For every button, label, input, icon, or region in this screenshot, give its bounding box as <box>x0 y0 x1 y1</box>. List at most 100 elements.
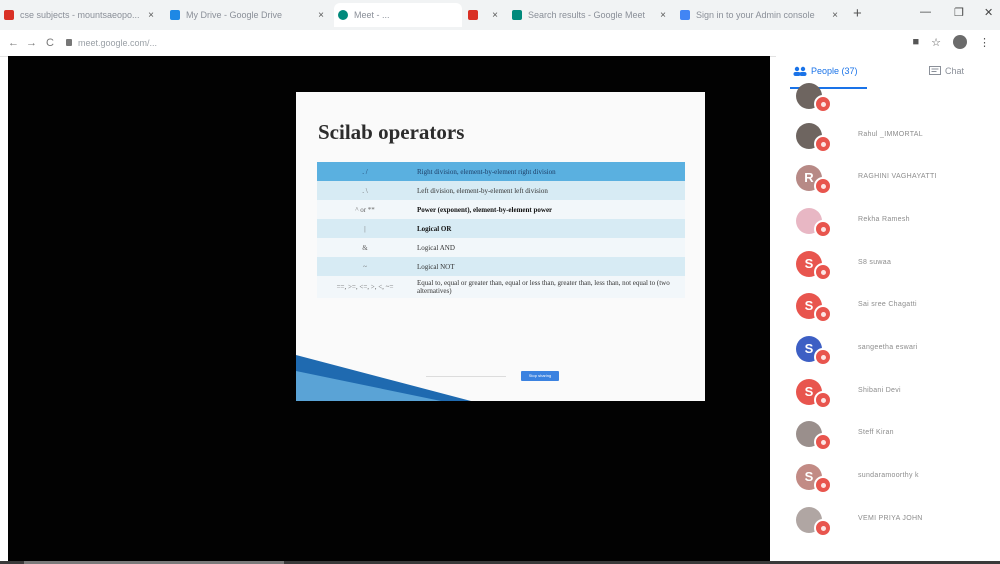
tab-label: Search results - Google Meet <box>528 10 646 20</box>
participant-row[interactable]: S Shibani Devi <box>776 374 1000 410</box>
new-tab-button[interactable]: + <box>853 5 862 22</box>
operator-row: ==, >=, <=, >, <, ~= Equal to, equal or g… <box>317 276 685 298</box>
tab-favicon-icon <box>512 10 522 20</box>
close-window-button[interactable]: ✕ <box>984 6 993 19</box>
participant-name: Steff Kiran <box>858 429 894 436</box>
operator-row: | Logical OR <box>317 219 685 238</box>
operator-description: Logical AND <box>413 238 685 257</box>
toolbar-icons: ■ ☆ ⋮ <box>912 35 990 49</box>
tab-favicon-icon <box>4 10 14 20</box>
participant-name: RAGHINI VAGHAYATTI <box>858 173 937 180</box>
participant-name: sangeetha eswari <box>858 344 918 351</box>
participant-name: sundaramoorthy k <box>858 472 919 479</box>
participant-name: Rekha Ramesh <box>858 216 910 223</box>
people-icon <box>793 66 807 76</box>
camera-icon[interactable]: ■ <box>912 36 919 48</box>
tab-favicon-icon <box>468 10 478 20</box>
participant-row[interactable]: Rahul _IMMORTAL <box>776 118 1000 154</box>
operator-description: Equal to, equal or greater than, equal o… <box>413 276 685 298</box>
tab-label: cse subjects - mountsaeopo... <box>20 10 140 20</box>
forward-button[interactable]: → <box>26 37 37 49</box>
operator-row: ^ or ** Power (exponent), element-by-elem… <box>317 200 685 219</box>
tab-chat[interactable]: Chat <box>929 66 964 76</box>
tab-chat-label: Chat <box>945 66 965 76</box>
participant-name: Sai sree Chagatti <box>858 301 917 308</box>
chat-icon <box>929 66 941 75</box>
minimize-button[interactable]: — <box>920 6 931 18</box>
tab-close-icon[interactable]: × <box>654 10 672 21</box>
operator-symbol: . / <box>317 162 413 181</box>
profile-avatar[interactable] <box>953 35 967 49</box>
participant-row[interactable]: S Sai sree Chagatti <box>776 288 1000 324</box>
operator-description: Logical NOT <box>413 257 685 276</box>
participant-row[interactable]: VEMI PRIYA JOHN <box>776 502 1000 538</box>
tab-favicon-icon <box>338 10 348 20</box>
operator-symbol: & <box>317 238 413 257</box>
participant-name: Shibani Devi <box>858 387 901 394</box>
tab-label: Sign in to your Admin console <box>696 10 815 20</box>
operator-symbol: ^ or ** <box>317 200 413 219</box>
participant-name: S8 suwaa <box>858 259 892 266</box>
operator-symbol: ==, >=, <=, >, <, ~= <box>317 276 413 298</box>
url-field[interactable]: meet.google.com/... <box>78 38 157 48</box>
operator-description: Power (exponent), element-by-element pow… <box>413 200 685 219</box>
slide-divider <box>426 376 506 377</box>
slide-decoration <box>296 371 441 401</box>
operators-table: . / Right division, element-by-element ri… <box>317 162 685 298</box>
tab-close-icon[interactable]: × <box>142 10 160 21</box>
mic-muted-icon <box>814 476 832 494</box>
slide-title: Scilab operators <box>318 120 465 144</box>
mic-muted-icon <box>814 135 832 153</box>
people-panel: People (37) Chat Rahul _IMMORTAL R RAGHINI… <box>776 56 1000 564</box>
browser-tab[interactable]: Search results - Google Meet × <box>508 3 672 27</box>
mic-muted-icon <box>814 433 832 451</box>
browser-tab[interactable]: cse subjects - mountsaeopo... × <box>0 3 160 27</box>
participant-row[interactable]: Steff Kiran <box>776 416 1000 452</box>
operator-row: & Logical AND <box>317 238 685 257</box>
operator-symbol: . \ <box>317 181 413 200</box>
participant-row[interactable] <box>776 78 1000 114</box>
browser-tab-strip: cse subjects - mountsaeopo... × My Drive… <box>0 0 1000 30</box>
participant-row[interactable]: S S8 suwaa <box>776 246 1000 282</box>
operator-description: Left division, element-by-element left d… <box>413 181 685 200</box>
browser-tab[interactable]: × <box>464 3 504 27</box>
address-bar: ← → C meet.google.com/... ■ ☆ ⋮ <box>0 30 1000 57</box>
participant-row[interactable]: R RAGHINI VAGHAYATTI <box>776 160 1000 196</box>
tab-close-icon[interactable]: × <box>312 10 330 21</box>
browser-tab[interactable]: My Drive - Google Drive × <box>166 3 330 27</box>
lock-icon <box>66 39 72 46</box>
operator-row: . / Right division, element-by-element ri… <box>317 162 685 181</box>
bookmark-star-icon[interactable]: ☆ <box>931 36 941 49</box>
participant-row[interactable]: Ssangeetha eswari <box>776 331 1000 367</box>
operator-symbol: ~ <box>317 257 413 276</box>
mic-muted-icon <box>814 220 832 238</box>
participant-row[interactable]: Rekha Ramesh <box>776 203 1000 239</box>
tab-close-icon[interactable]: × <box>486 10 504 21</box>
shared-slide: Scilab operators . / Right division, elem… <box>296 92 705 401</box>
browser-tab-active[interactable]: Meet - ... <box>334 3 462 27</box>
reload-button[interactable]: C <box>46 37 54 49</box>
mic-muted-icon <box>814 263 832 281</box>
mic-muted-icon <box>814 391 832 409</box>
tab-favicon-icon <box>680 10 690 20</box>
operator-description: Right division, element-by-element right… <box>413 162 685 181</box>
browser-menu-icon[interactable]: ⋮ <box>979 36 990 49</box>
tab-close-icon[interactable]: × <box>826 10 844 21</box>
participant-name: Rahul _IMMORTAL <box>858 131 923 138</box>
restore-button[interactable]: ❐ <box>954 6 964 19</box>
tab-people-label: People (37) <box>811 66 858 76</box>
operator-row: ~ Logical NOT <box>317 257 685 276</box>
operator-row: . \ Left division, element-by-element lef… <box>317 181 685 200</box>
tab-people[interactable]: People (37) <box>793 66 858 76</box>
tab-favicon-icon <box>170 10 180 20</box>
back-button[interactable]: ← <box>8 37 19 49</box>
operator-description: Logical OR <box>413 219 685 238</box>
stop-sharing-button[interactable]: Stop sharing <box>521 371 559 381</box>
browser-tab[interactable]: Sign in to your Admin console × <box>676 3 844 27</box>
presentation-stage: Scilab operators . / Right division, elem… <box>8 56 770 561</box>
participant-name: VEMI PRIYA JOHN <box>858 515 923 522</box>
mic-muted-icon <box>814 348 832 366</box>
tab-label: Meet - ... <box>354 10 390 20</box>
mic-muted-icon <box>814 305 832 323</box>
participant-row[interactable]: Ssundaramoorthy k <box>776 459 1000 495</box>
